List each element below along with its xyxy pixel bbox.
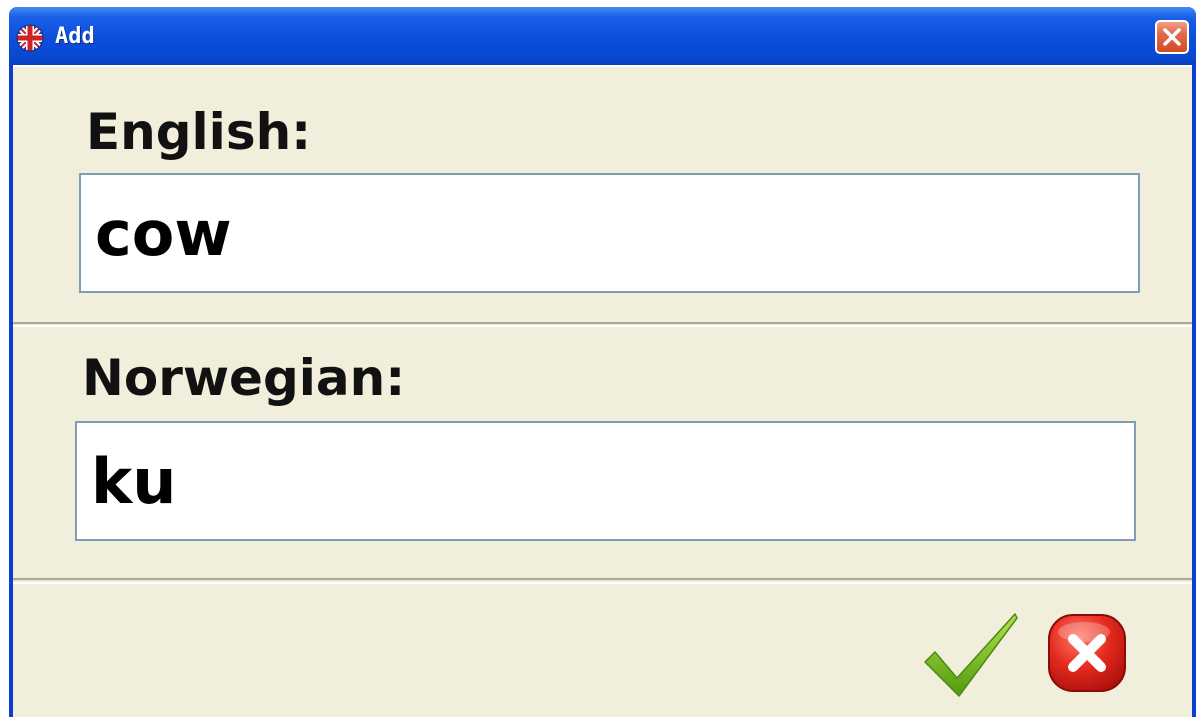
english-label: English:	[86, 103, 312, 161]
norwegian-label: Norwegian:	[82, 349, 406, 407]
uk-flag-icon	[16, 24, 44, 52]
english-panel: English:	[13, 65, 1192, 324]
title-bar[interactable]: Add	[9, 7, 1196, 65]
cancel-x-icon	[1048, 614, 1126, 692]
checkmark-icon	[924, 613, 1018, 697]
english-input[interactable]	[79, 173, 1140, 293]
cancel-button[interactable]	[1046, 612, 1128, 694]
norwegian-input[interactable]	[75, 421, 1136, 541]
ok-button[interactable]	[921, 610, 1021, 700]
action-panel	[13, 582, 1192, 717]
close-icon	[1163, 28, 1181, 46]
window-title: Add	[55, 24, 95, 49]
dialog-client-area: English: Norwegian:	[13, 65, 1192, 717]
norwegian-panel: Norwegian:	[13, 325, 1192, 580]
close-button[interactable]	[1155, 20, 1189, 54]
add-dialog-window: Add English: Norwegian:	[9, 7, 1196, 717]
